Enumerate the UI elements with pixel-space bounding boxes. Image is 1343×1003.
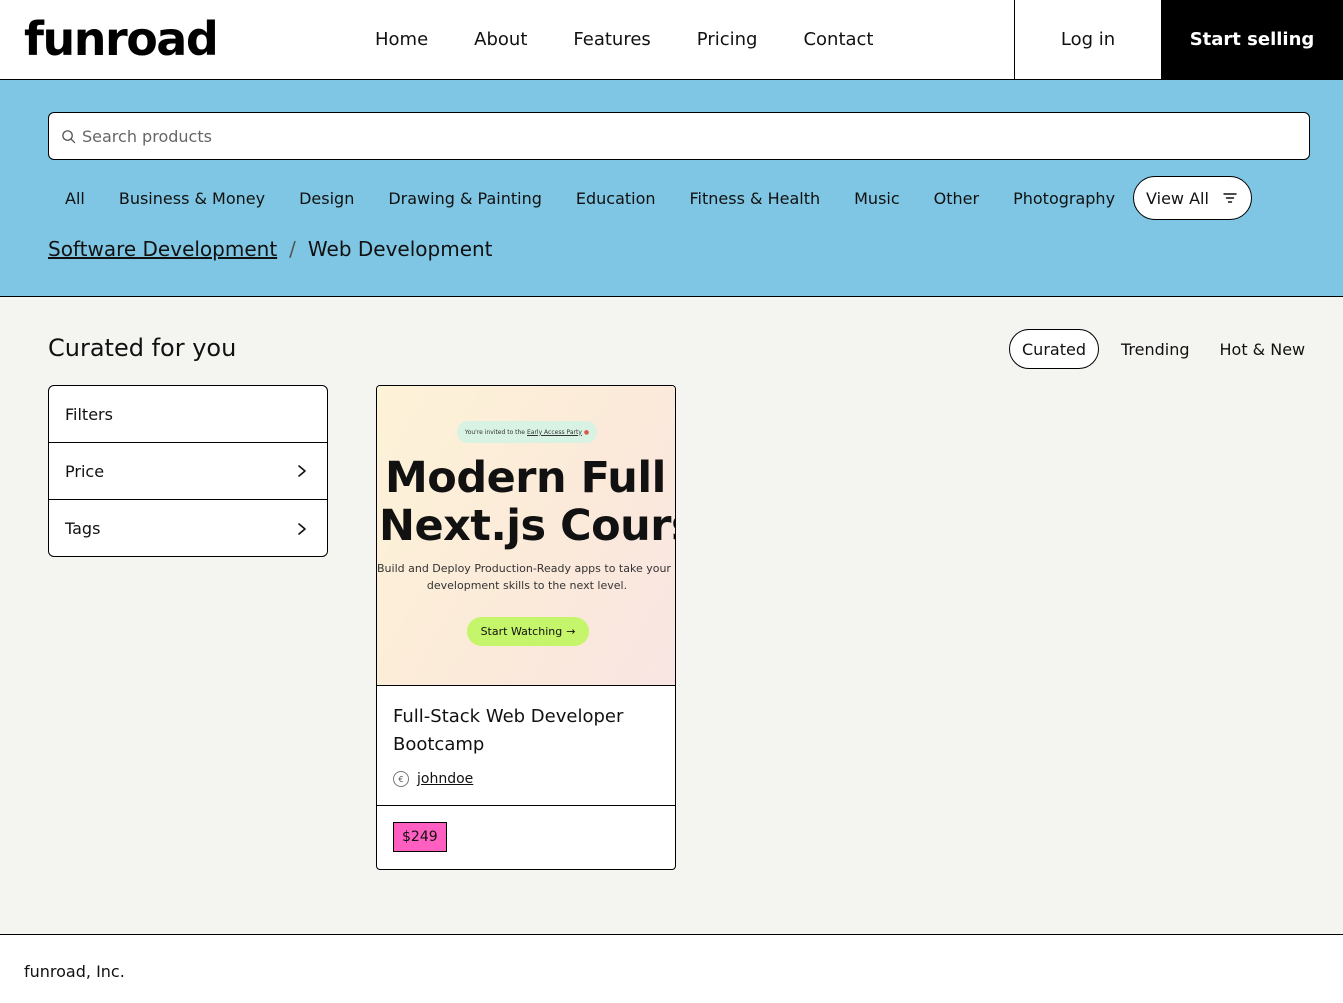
product-card[interactable]: You're invited to the Early Access Party…	[376, 385, 676, 870]
category-other[interactable]: Other	[917, 176, 996, 220]
thumbnail-cta-label: Start Watching	[480, 625, 563, 638]
tab-hot-new[interactable]: Hot & New	[1205, 329, 1321, 369]
author-avatar-icon: €	[393, 771, 409, 787]
thumbnail-headline-line2: Next.js Course	[379, 501, 675, 551]
balloon-icon: ●	[583, 428, 590, 436]
filters-panel: Filters Price Tags	[48, 385, 328, 557]
login-button[interactable]: Log in	[1014, 0, 1161, 79]
filters-header: Filters	[49, 386, 327, 443]
thumbnail-cta: Start Watching →	[467, 617, 589, 646]
product-info: Full-Stack Web Developer Bootcamp € john…	[377, 686, 675, 806]
tab-trending[interactable]: Trending	[1106, 329, 1205, 369]
category-photography[interactable]: Photography	[996, 176, 1132, 220]
search-icon	[62, 129, 76, 143]
footer-text: funroad, Inc.	[24, 962, 125, 981]
footer: funroad, Inc.	[0, 934, 1343, 1003]
chevron-right-icon	[298, 465, 306, 477]
thumbnail-subtitle-line2: development skills to the next level.	[426, 579, 628, 592]
nav-link-features[interactable]: Features	[550, 29, 673, 50]
author-link[interactable]: johndoe	[417, 771, 473, 787]
breadcrumb-separator: /	[289, 237, 296, 261]
filter-price-label: Price	[65, 461, 105, 481]
nav-links: Home About Features Pricing Contact	[352, 0, 896, 79]
category-bar: All Business & Money Design Drawing & Pa…	[48, 176, 1252, 220]
nav-link-contact[interactable]: Contact	[780, 29, 896, 50]
price-badge: $249	[393, 822, 447, 852]
product-title[interactable]: Full-Stack Web Developer Bootcamp	[393, 703, 659, 759]
thumbnail-headline: Modern Full St Next.js Course	[379, 454, 675, 550]
thumbnail-headline-line1: Modern Full St	[385, 453, 675, 503]
filter-tags[interactable]: Tags	[49, 500, 327, 556]
view-all-button[interactable]: View All	[1133, 176, 1252, 220]
view-all-label: View All	[1146, 188, 1209, 208]
sort-tabs: Curated Trending Hot & New	[1009, 329, 1320, 369]
page-title: Curated for you	[48, 334, 237, 362]
product-footer: $249	[377, 806, 675, 868]
thumbnail-subtitle-line1: Build and Deploy Production-Ready apps t…	[377, 562, 675, 575]
thumbnail-subtitle: Build and Deploy Production-Ready apps t…	[377, 560, 675, 594]
category-business-money[interactable]: Business & Money	[102, 176, 282, 220]
search-input[interactable]	[82, 126, 1282, 146]
arrow-right-icon: →	[566, 625, 576, 638]
filters-heading: Filters	[65, 404, 113, 424]
category-all[interactable]: All	[48, 176, 102, 220]
logo[interactable]: funroad	[24, 12, 219, 66]
breadcrumb-current: Web Development	[307, 237, 493, 261]
chevron-right-icon	[298, 522, 306, 535]
nav-link-home[interactable]: Home	[352, 29, 451, 50]
filter-price[interactable]: Price	[49, 443, 327, 500]
category-fitness-health[interactable]: Fitness & Health	[673, 176, 838, 220]
product-author: € johndoe	[393, 771, 659, 787]
product-thumbnail: You're invited to the Early Access Party…	[377, 386, 675, 686]
breadcrumb: Software Development / Web Development	[48, 237, 493, 261]
top-navbar: funroad Home About Features Pricing Cont…	[0, 0, 1343, 80]
filter-tags-label: Tags	[65, 519, 101, 538]
search-filters-band: All Business & Money Design Drawing & Pa…	[0, 80, 1343, 297]
tab-curated[interactable]: Curated	[1009, 329, 1099, 369]
start-selling-button[interactable]: Start selling	[1161, 0, 1343, 79]
nav-link-about[interactable]: About	[451, 29, 550, 50]
filter-lines-icon	[1223, 193, 1237, 203]
category-education[interactable]: Education	[559, 176, 673, 220]
search-bar[interactable]	[48, 112, 1310, 160]
category-music[interactable]: Music	[837, 176, 917, 220]
category-drawing-painting[interactable]: Drawing & Painting	[371, 176, 559, 220]
category-design[interactable]: Design	[282, 176, 371, 220]
nav-link-pricing[interactable]: Pricing	[674, 29, 781, 50]
breadcrumb-parent-link[interactable]: Software Development	[48, 237, 277, 261]
thumbnail-invite-pill: You're invited to the Early Access Party…	[457, 421, 597, 443]
thumbnail-invite-link: Early Access Party	[527, 428, 582, 436]
thumbnail-invite-text: You're invited to the	[464, 428, 525, 436]
